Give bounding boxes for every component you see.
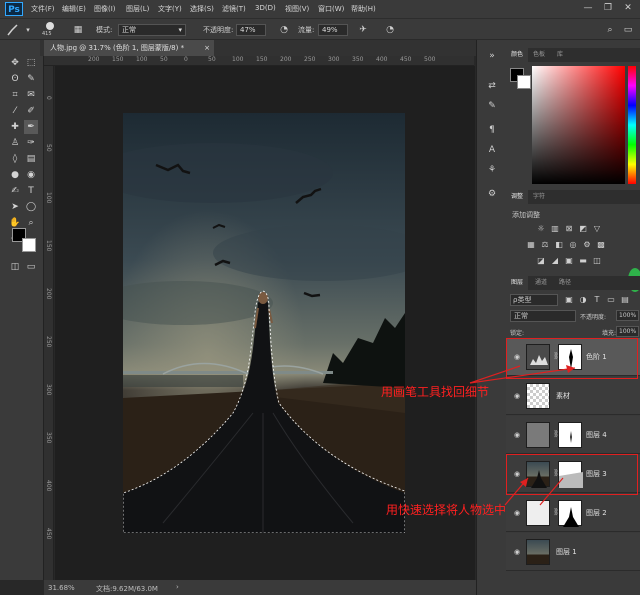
- select-annotation: 用快速选择将人物选中: [386, 503, 507, 517]
- brush-annotation: 用画笔工具找回细节: [381, 385, 490, 399]
- annotation-arrows: [469, 365, 576, 506]
